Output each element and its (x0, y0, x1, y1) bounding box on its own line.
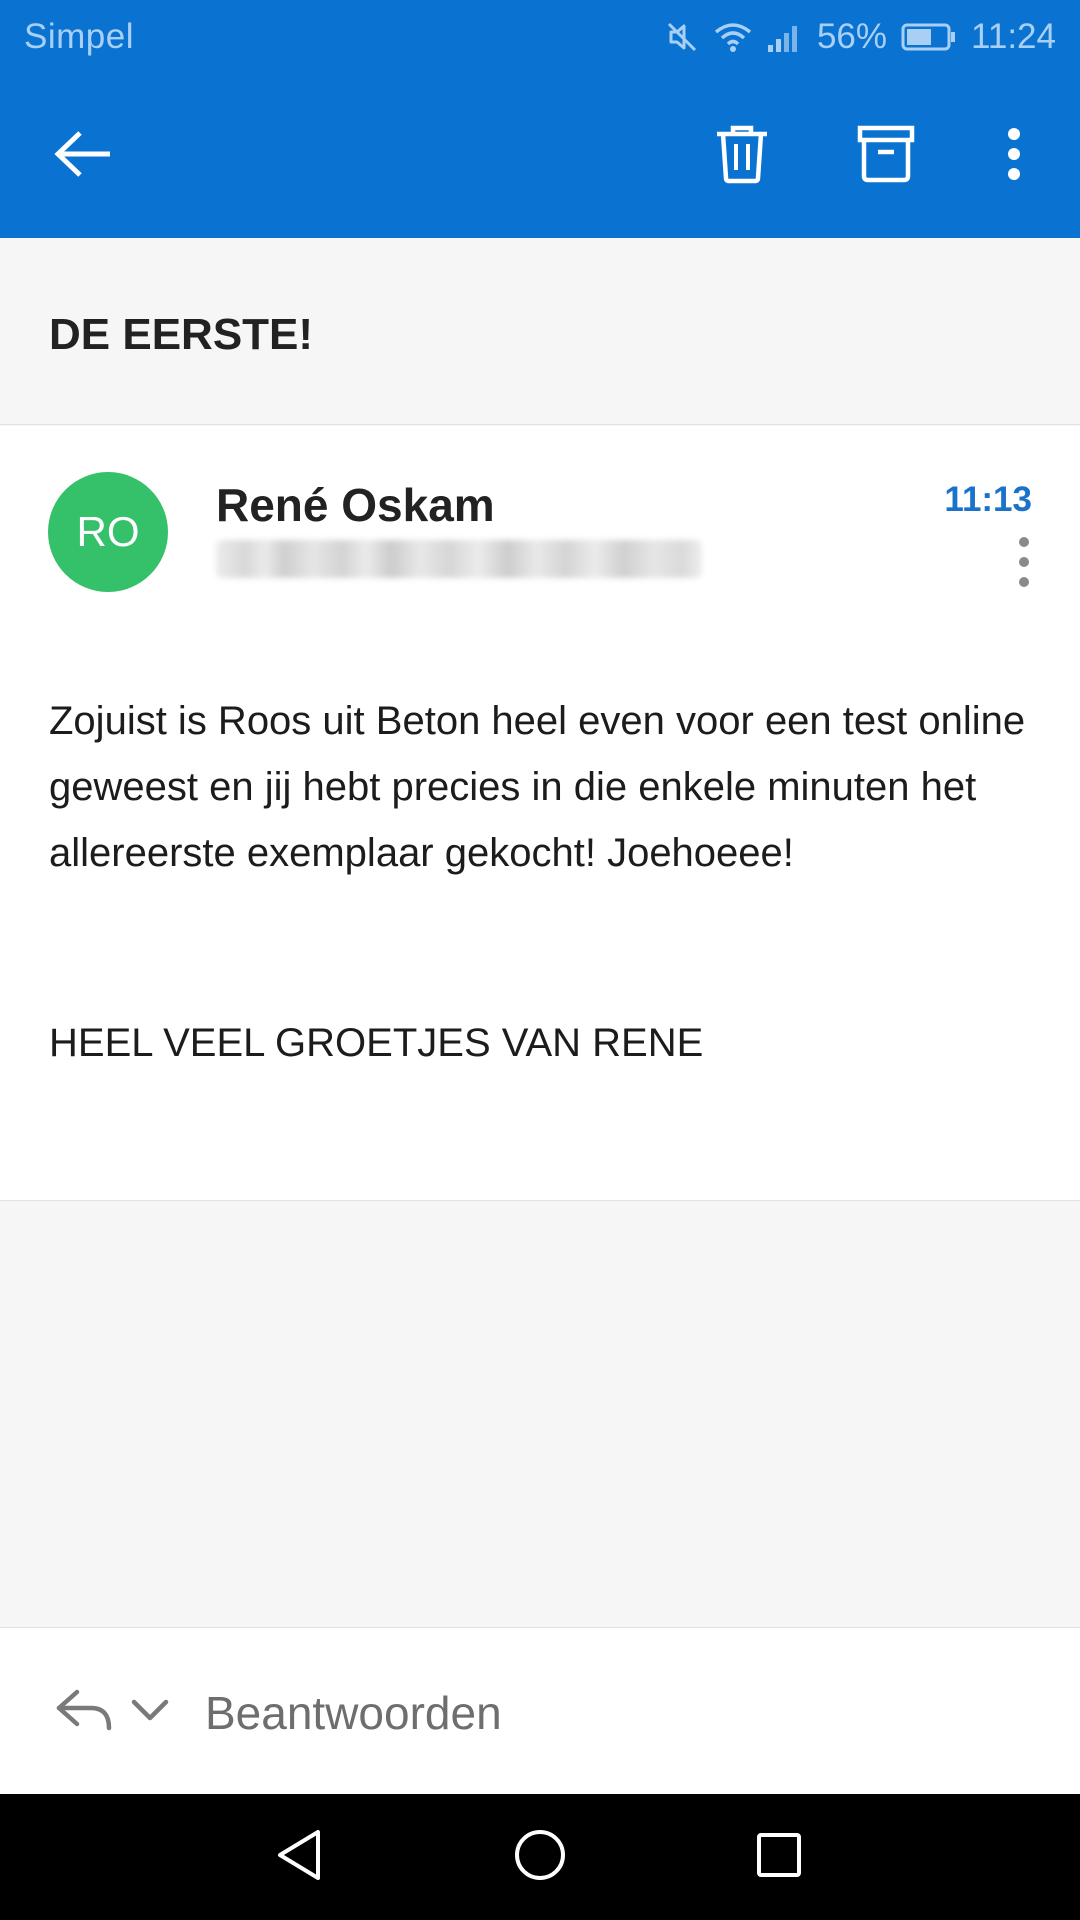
wifi-icon (713, 20, 753, 54)
message-time: 11:13 (944, 480, 1032, 519)
triangle-back-icon (274, 1828, 324, 1887)
reply-label[interactable]: Beantwoorden (205, 1686, 502, 1740)
battery-icon (901, 22, 957, 52)
battery-percent: 56% (816, 17, 887, 56)
message-more-button[interactable] (1012, 534, 1036, 594)
reply-icon (55, 1688, 113, 1737)
sender-email-redacted (216, 540, 702, 578)
nav-recents-button[interactable] (746, 1824, 812, 1890)
back-arrow-icon (54, 129, 114, 184)
avatar[interactable]: RO (48, 472, 168, 592)
message-card: RO René Oskam 11:13 Zojuist is Roos uit … (0, 426, 1080, 1201)
archive-icon (856, 124, 916, 189)
status-icons: 56% 11:24 (665, 17, 1056, 57)
mute-icon (665, 20, 699, 54)
reply-options-dropdown[interactable] (128, 1694, 172, 1730)
message-signature: HEEL VEEL GROETJES VAN RENE (49, 1021, 704, 1065)
message-body: Zojuist is Roos uit Beton heel even voor… (49, 699, 1026, 875)
chevron-down-icon (130, 1698, 170, 1727)
more-options-button[interactable] (974, 116, 1054, 196)
status-bar: Simpel 56% 11:24 (0, 0, 1080, 74)
system-nav-bar (0, 1794, 1080, 1920)
trash-icon (714, 124, 770, 189)
sender-name[interactable]: René Oskam (216, 478, 495, 532)
carrier-name: Simpel (24, 17, 134, 56)
more-vert-icon (1016, 536, 1032, 593)
back-button[interactable] (44, 116, 124, 196)
app-bar (0, 74, 1080, 238)
square-recents-icon (754, 1830, 804, 1885)
signal-icon (767, 21, 803, 53)
more-vert-icon (1004, 126, 1024, 187)
reply-bar: Beantwoorden (0, 1627, 1080, 1794)
subject-header: DE EERSTE! (0, 238, 1080, 425)
circle-home-icon (513, 1828, 567, 1887)
delete-button[interactable] (702, 116, 782, 196)
nav-home-button[interactable] (507, 1824, 573, 1890)
nav-back-button[interactable] (266, 1824, 332, 1890)
archive-button[interactable] (846, 116, 926, 196)
email-subject: DE EERSTE! (49, 310, 314, 359)
clock: 11:24 (971, 17, 1056, 56)
reply-button[interactable] (54, 1688, 114, 1736)
